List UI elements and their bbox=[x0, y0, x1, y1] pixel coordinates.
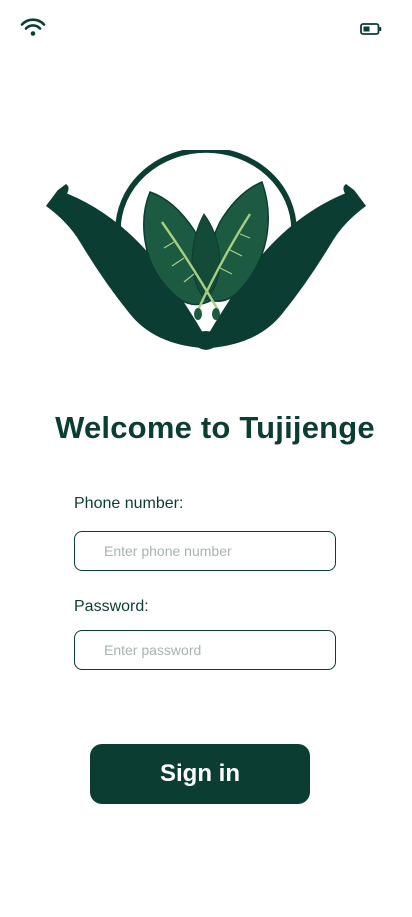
phone-number-input[interactable] bbox=[74, 531, 336, 571]
welcome-title: Welcome to Tujijenge bbox=[55, 410, 375, 445]
status-bar bbox=[0, 0, 412, 56]
phone-number-label: Phone number: bbox=[74, 495, 184, 512]
wifi-icon bbox=[20, 16, 46, 38]
password-input[interactable] bbox=[74, 630, 336, 670]
sign-in-button[interactable]: Sign in bbox=[90, 744, 310, 804]
hands-with-leaves-logo bbox=[44, 147, 368, 354]
battery-icon bbox=[360, 22, 382, 35]
password-label: Password: bbox=[74, 598, 149, 615]
